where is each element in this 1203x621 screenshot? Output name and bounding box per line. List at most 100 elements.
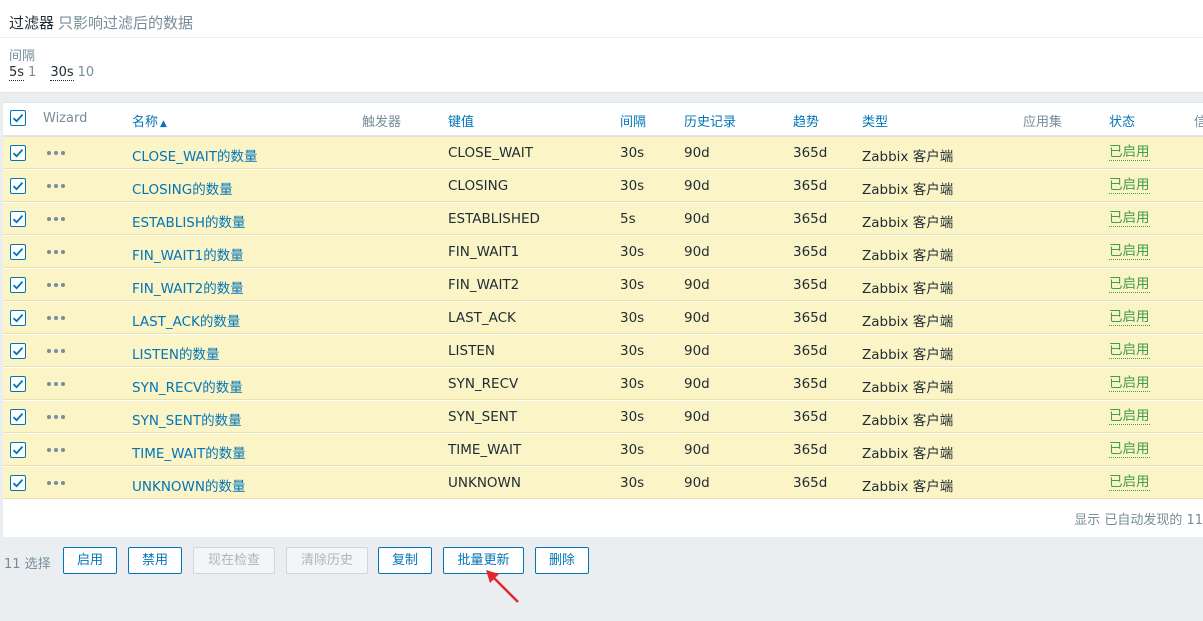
row-checkbox[interactable] (10, 376, 26, 392)
item-key: SYN_SENT (448, 409, 518, 425)
item-status-toggle[interactable]: 已启用 (1109, 310, 1150, 326)
item-name-link[interactable]: SYN_RECV的数量 (132, 376, 243, 396)
header-history[interactable]: 历史记录 (684, 111, 736, 130)
row-checkbox[interactable] (10, 343, 26, 359)
check-now-button[interactable]: 现在检查 (193, 547, 275, 574)
item-status-toggle[interactable]: 已启用 (1109, 409, 1150, 425)
row-checkbox[interactable] (10, 145, 26, 161)
header-type[interactable]: 类型 (862, 111, 888, 130)
row-checkbox[interactable] (10, 244, 26, 260)
check-icon (12, 380, 24, 389)
row-checkbox[interactable] (10, 178, 26, 194)
item-name-link[interactable]: LISTEN的数量 (132, 343, 219, 363)
select-all-checkbox[interactable] (10, 110, 26, 126)
item-name-link[interactable]: SYN_SENT的数量 (132, 409, 242, 429)
selected-count: 11 选择 (4, 557, 51, 572)
item-key: UNKNOWN (448, 475, 522, 491)
check-icon (12, 281, 24, 290)
item-history: 90d (684, 343, 710, 359)
item-name-link[interactable]: FIN_WAIT1的数量 (132, 244, 244, 264)
items-table: Wizard 名称 ▲ 触发器 键值 间隔 历史记录 趋势 类型 应用集 状态 信… (3, 102, 1203, 537)
item-trends: 365d (793, 343, 828, 359)
item-name-link[interactable]: LAST_ACK的数量 (132, 310, 240, 330)
item-interval: 30s (620, 376, 645, 392)
item-key: ESTABLISHED (448, 211, 540, 227)
header-name[interactable]: 名称 ▲ (132, 111, 167, 130)
delete-button[interactable]: 删除 (535, 547, 589, 574)
item-interval: 30s (620, 343, 645, 359)
item-name-link[interactable]: FIN_WAIT2的数量 (132, 277, 244, 297)
row-checkbox[interactable] (10, 409, 26, 425)
header-triggers: 触发器 (362, 115, 402, 130)
table-row: CLOSE_WAIT的数量 CLOSE_WAIT 30s 90d 365d Zabbix … (3, 137, 1203, 169)
wizard-menu-icon[interactable] (47, 382, 67, 388)
row-checkbox[interactable] (10, 442, 26, 458)
header-name-label: 名称 (132, 115, 159, 130)
item-name-link[interactable]: CLOSE_WAIT的数量 (132, 145, 258, 165)
filter-title: 过滤器 只影响过滤后的数据 (9, 12, 193, 33)
item-name-link[interactable]: ESTABLISH的数量 (132, 211, 246, 231)
clear-history-button[interactable]: 清除历史 (286, 547, 368, 574)
header-interval[interactable]: 间隔 (620, 111, 646, 130)
wizard-menu-icon[interactable] (47, 283, 67, 289)
item-status-toggle[interactable]: 已启用 (1109, 244, 1150, 260)
wizard-menu-icon[interactable] (47, 349, 67, 355)
item-history: 90d (684, 376, 710, 392)
header-status[interactable]: 状态 (1109, 111, 1135, 130)
wizard-menu-icon[interactable] (47, 184, 67, 190)
table-row: TIME_WAIT的数量 TIME_WAIT 30s 90d 365d Zabbix 客户… (3, 434, 1203, 466)
disable-button[interactable]: 禁用 (128, 547, 182, 574)
wizard-menu-icon[interactable] (47, 448, 67, 454)
item-type: Zabbix 客户端 (862, 182, 954, 198)
header-trends[interactable]: 趋势 (793, 111, 819, 130)
check-icon (12, 215, 24, 224)
item-key: LAST_ACK (448, 310, 516, 326)
item-name-link[interactable]: CLOSING的数量 (132, 178, 233, 198)
item-status-toggle[interactable]: 已启用 (1109, 211, 1150, 227)
table-header: Wizard 名称 ▲ 触发器 键值 间隔 历史记录 趋势 类型 应用集 状态 信 (3, 103, 1203, 137)
check-icon (12, 149, 24, 158)
item-type: Zabbix 客户端 (862, 248, 954, 264)
wizard-menu-icon[interactable] (47, 151, 67, 157)
item-type: Zabbix 客户端 (862, 314, 954, 330)
item-status-toggle[interactable]: 已启用 (1109, 343, 1150, 359)
item-interval: 5s (620, 211, 636, 227)
item-status-toggle[interactable]: 已启用 (1109, 178, 1150, 194)
interval-option-5s[interactable]: 5s (9, 65, 25, 81)
item-interval: 30s (620, 277, 645, 293)
interval-option-30s[interactable]: 30s (50, 65, 74, 81)
item-name-link[interactable]: TIME_WAIT的数量 (132, 442, 246, 462)
item-trends: 365d (793, 376, 828, 392)
item-interval: 30s (620, 244, 645, 260)
wizard-menu-icon[interactable] (47, 316, 67, 322)
row-checkbox[interactable] (10, 277, 26, 293)
item-trends: 365d (793, 178, 828, 194)
table-row: SYN_RECV的数量 SYN_RECV 30s 90d 365d Zabbix 客户端 已… (3, 368, 1203, 400)
row-checkbox[interactable] (10, 211, 26, 227)
item-type: Zabbix 客户端 (862, 281, 954, 297)
wizard-menu-icon[interactable] (47, 415, 67, 421)
item-history: 90d (684, 277, 710, 293)
item-status-toggle[interactable]: 已启用 (1109, 475, 1150, 491)
table-row: FIN_WAIT2的数量 FIN_WAIT2 30s 90d 365d Zabbix 客户… (3, 269, 1203, 301)
filter-title-label: 过滤器 (9, 14, 55, 32)
item-status-toggle[interactable]: 已启用 (1109, 145, 1150, 161)
copy-button[interactable]: 复制 (378, 547, 432, 574)
row-checkbox[interactable] (10, 310, 26, 326)
enable-button[interactable]: 启用 (63, 547, 117, 574)
wizard-menu-icon[interactable] (47, 481, 67, 487)
item-type: Zabbix 客户端 (862, 479, 954, 495)
item-status-toggle[interactable]: 已启用 (1109, 442, 1150, 458)
item-history: 90d (684, 409, 710, 425)
row-checkbox[interactable] (10, 475, 26, 491)
wizard-menu-icon[interactable] (47, 217, 67, 223)
item-status-toggle[interactable]: 已启用 (1109, 376, 1150, 392)
wizard-menu-icon[interactable] (47, 250, 67, 256)
header-key[interactable]: 键值 (448, 111, 474, 130)
item-name-link[interactable]: UNKNOWN的数量 (132, 475, 246, 495)
item-status-toggle[interactable]: 已启用 (1109, 277, 1150, 293)
item-key: FIN_WAIT1 (448, 244, 520, 260)
item-key: TIME_WAIT (448, 442, 522, 458)
item-trends: 365d (793, 277, 828, 293)
check-icon (12, 479, 24, 488)
